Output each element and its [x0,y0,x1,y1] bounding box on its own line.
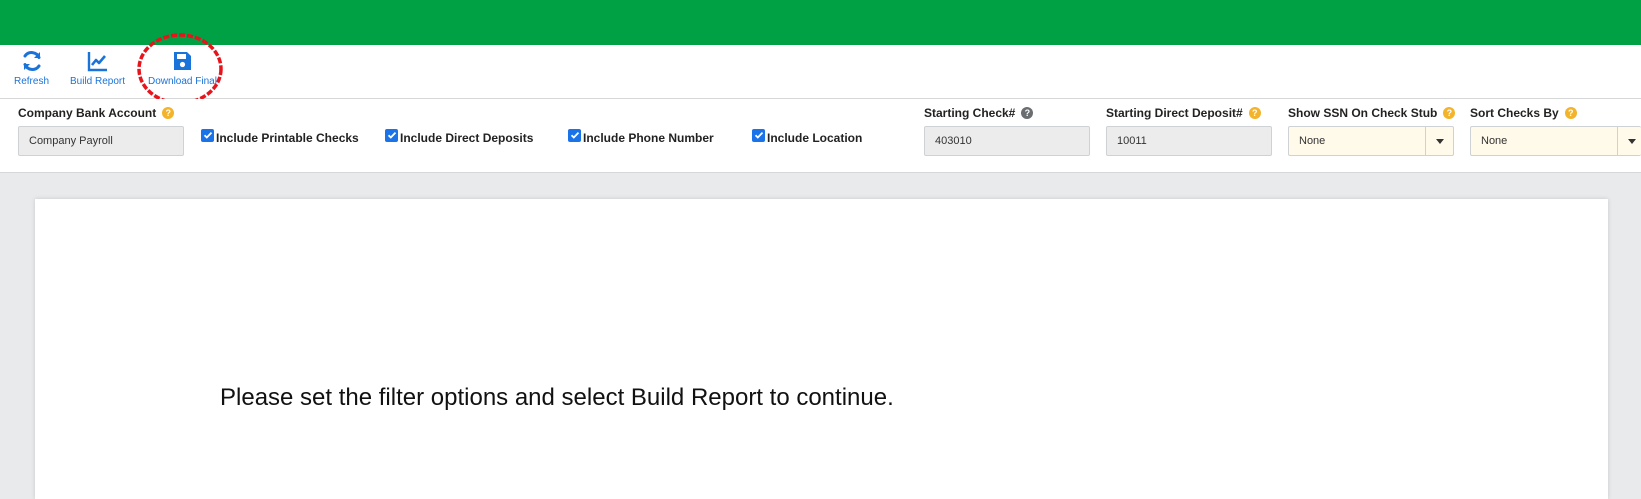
company-bank-account-label: Company Bank Account ? [18,106,175,120]
help-icon[interactable]: ? [162,107,175,119]
checkmark-icon[interactable] [568,128,581,142]
help-icon[interactable]: ? [1443,107,1456,119]
refresh-label: Refresh [14,76,50,87]
checkmark-icon[interactable] [752,128,765,142]
starting-check-input[interactable]: 403010 [924,126,1090,156]
company-bank-account-field[interactable]: Company Payroll [18,126,184,156]
build-report-label: Build Report [70,76,126,87]
help-icon[interactable]: ? [1248,107,1261,119]
refresh-icon [20,49,44,73]
sort-checks-by-select[interactable]: None [1470,126,1641,156]
show-ssn-label: Show SSN On Check Stub ? [1288,106,1456,120]
help-icon[interactable]: ? [1021,107,1034,119]
chart-line-icon [86,49,110,73]
toolbar: Refresh Build Report Download Final [0,45,1641,99]
download-final-label: Download Final [148,76,217,87]
download-final-button[interactable]: Download Final [148,49,217,87]
report-panel: Please set the filter options and select… [35,199,1608,499]
top-header-bar [0,0,1641,45]
build-report-button[interactable]: Build Report [70,49,125,87]
include-direct-deposits-checkbox[interactable]: Include Direct Deposits [385,128,533,145]
include-phone-number-checkbox[interactable]: Include Phone Number [568,128,714,145]
sort-checks-by-label: Sort Checks By ? [1470,106,1577,120]
checkmark-icon[interactable] [201,128,214,142]
checkmark-icon[interactable] [385,128,398,142]
show-ssn-select[interactable]: None [1288,126,1454,156]
starting-check-label: Starting Check# ? [924,106,1034,120]
help-icon[interactable]: ? [1564,107,1577,119]
caret-down-icon[interactable] [1617,127,1641,155]
refresh-button[interactable]: Refresh [14,49,49,87]
include-printable-checks-checkbox[interactable]: Include Printable Checks [201,128,359,145]
include-location-checkbox[interactable]: Include Location [752,128,862,145]
starting-direct-deposit-label: Starting Direct Deposit# ? [1106,106,1261,120]
starting-direct-deposit-input[interactable]: 10011 [1106,126,1272,156]
save-icon [170,49,194,73]
caret-down-icon[interactable] [1425,127,1453,155]
report-empty-message: Please set the filter options and select… [220,384,894,411]
